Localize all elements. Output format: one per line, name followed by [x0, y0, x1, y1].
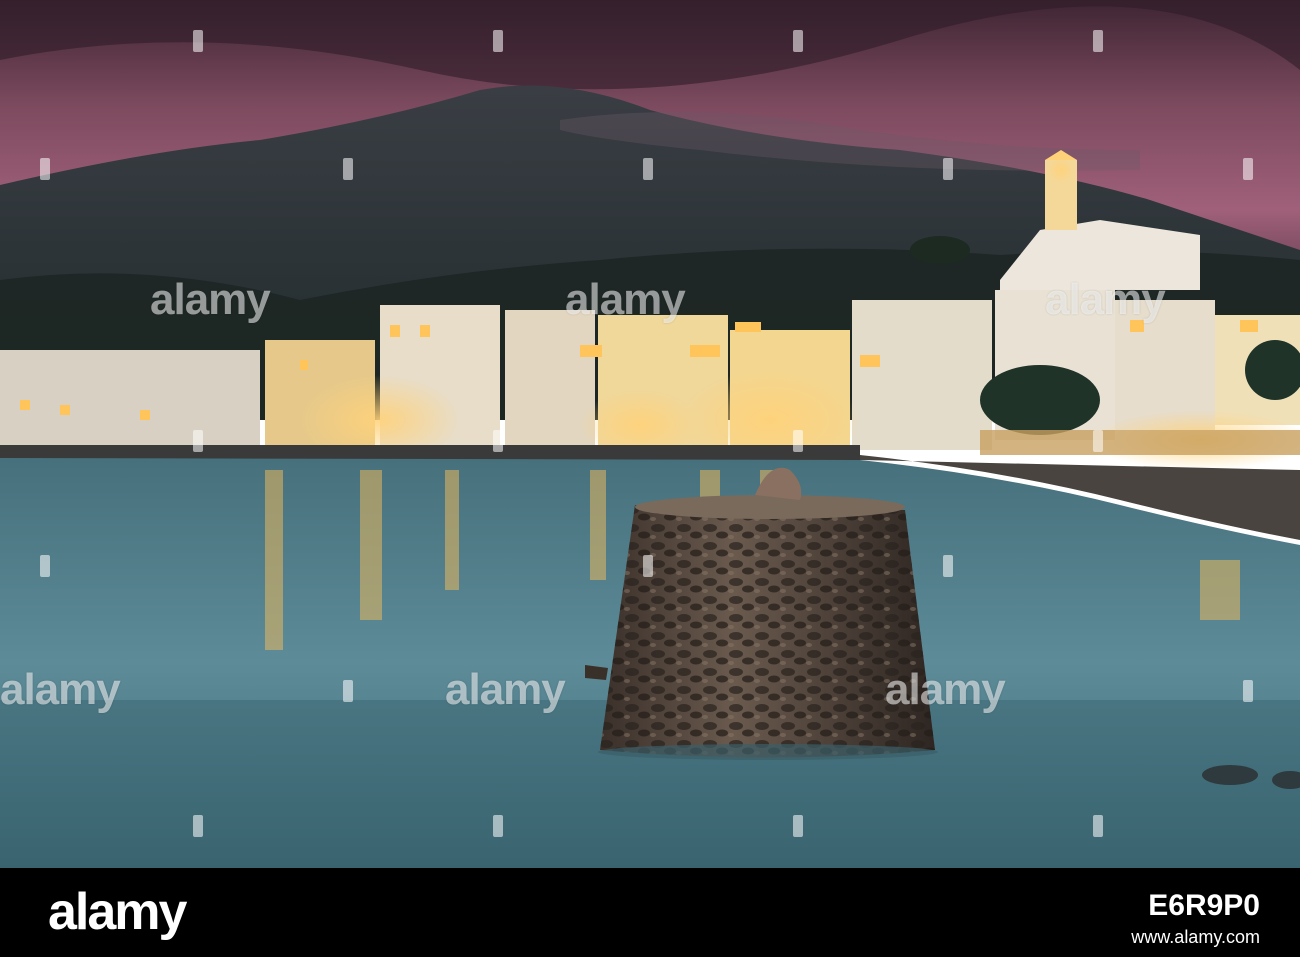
watermark-marker [493, 430, 503, 452]
watermark-marker [40, 158, 50, 180]
watermark-marker [643, 158, 653, 180]
watermark-marker [793, 30, 803, 52]
watermark: alamy [0, 665, 121, 714]
footer-info: E6R9P0 www.alamy.com [1131, 888, 1260, 950]
photo: alamy alamy alamy alamy alamy alamy [0, 0, 1300, 868]
watermark-marker [793, 815, 803, 837]
watermark-marker [943, 555, 953, 577]
watermark-marker [343, 680, 353, 702]
watermark-marker [493, 815, 503, 837]
watermark-marker [193, 30, 203, 52]
watermark-marker [193, 815, 203, 837]
watermark-marker [1093, 815, 1103, 837]
watermark-marker [1243, 680, 1253, 702]
footer-bar: alamy E6R9P0 www.alamy.com [0, 868, 1300, 957]
watermark: alamy [445, 665, 566, 714]
footer-logo: alamy [48, 883, 187, 941]
watermark: alamy [1045, 275, 1166, 324]
watermark: alamy [565, 275, 686, 324]
watermark-marker [793, 430, 803, 452]
watermark-marker [343, 158, 353, 180]
watermark-marker [643, 555, 653, 577]
watermark-marker [1093, 430, 1103, 452]
watermark-marker [1093, 30, 1103, 52]
stone-bollard [585, 467, 938, 760]
watermark: alamy [885, 665, 1006, 714]
image-id: E6R9P0 [1148, 889, 1260, 922]
site-url: www.alamy.com [1131, 927, 1260, 947]
watermark-marker [40, 555, 50, 577]
watermark-marker [1243, 158, 1253, 180]
watermark-marker [193, 430, 203, 452]
watermark-marker [493, 30, 503, 52]
watermark-marker [943, 158, 953, 180]
watermark: alamy [150, 275, 271, 324]
